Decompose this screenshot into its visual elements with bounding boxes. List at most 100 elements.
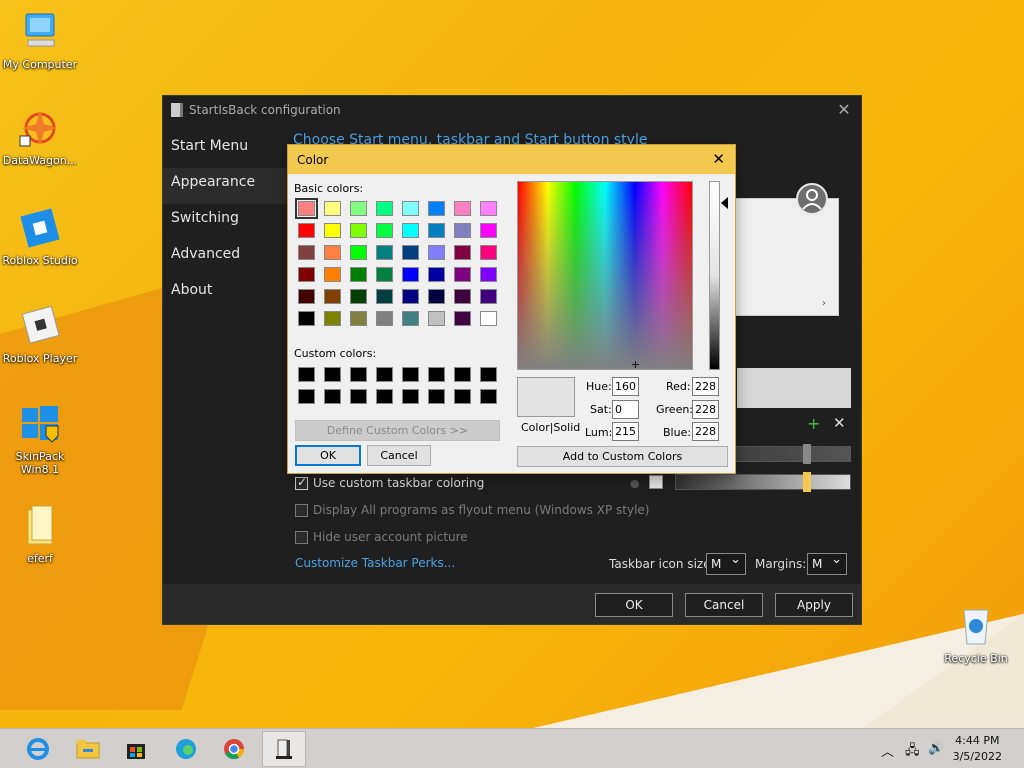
basic-color-swatch[interactable] (295, 198, 318, 219)
basic-color-swatch[interactable] (376, 289, 393, 304)
ok-button[interactable]: OK (595, 593, 673, 617)
luminosity-bar[interactable] (709, 181, 720, 370)
basic-color-swatch[interactable] (402, 201, 419, 216)
desktop-icon-roblox-studio[interactable]: Roblox Studio (0, 206, 80, 267)
custom-color-swatch[interactable] (428, 367, 445, 382)
custom-color-swatch[interactable] (324, 389, 341, 404)
desktop-icon-datawagon[interactable]: DataWagon... (0, 106, 80, 167)
nav-item-switching[interactable]: Switching (163, 204, 293, 240)
define-custom-colors-button[interactable]: Define Custom Colors >> (295, 420, 500, 441)
desktop-icon-skinpack[interactable]: SkinPack Win8.1 (0, 402, 80, 476)
basic-color-swatch[interactable] (480, 223, 497, 238)
close-icon[interactable]: ✕ (712, 150, 725, 168)
nav-item-about[interactable]: About (163, 276, 293, 312)
basic-color-swatch[interactable] (324, 311, 341, 326)
color-spectrum[interactable]: + (517, 181, 693, 370)
taskbar-icon-size-select[interactable]: M (706, 550, 746, 575)
basic-color-swatch[interactable] (454, 311, 471, 326)
custom-color-swatch[interactable] (350, 367, 367, 382)
basic-color-swatch[interactable] (402, 311, 419, 326)
custom-color-swatch[interactable] (402, 389, 419, 404)
basic-color-swatch[interactable] (350, 245, 367, 260)
store-icon[interactable] (114, 731, 158, 767)
basic-color-swatch[interactable] (428, 267, 445, 282)
basic-color-swatch[interactable] (298, 289, 315, 304)
basic-color-swatch[interactable] (298, 311, 315, 326)
nav-item-appearance[interactable]: Appearance (163, 168, 293, 204)
color-preview-swatch[interactable] (649, 475, 663, 489)
blue-field[interactable]: 228 (692, 422, 719, 441)
basic-color-swatch[interactable] (428, 289, 445, 304)
taskbar-preview[interactable] (737, 368, 851, 408)
basic-color-swatch[interactable] (350, 267, 367, 282)
desktop-icon-my-computer[interactable]: My Computer (0, 10, 80, 71)
start-menu-preview[interactable]: › (735, 198, 839, 316)
desktop-icon-recycle-bin[interactable]: Recycle Bin (936, 604, 1016, 665)
basic-color-swatch[interactable] (454, 245, 471, 260)
flyout-menu-checkbox[interactable]: Display All programs as flyout menu (Win… (295, 503, 649, 517)
basic-color-swatch[interactable] (324, 267, 341, 282)
basic-color-swatch[interactable] (480, 201, 497, 216)
basic-color-swatch[interactable] (350, 223, 367, 238)
sat-field[interactable]: 0 (612, 400, 639, 419)
basic-color-swatch[interactable] (298, 245, 315, 260)
network-icon[interactable]: 🖧 (905, 741, 920, 763)
cancel-button[interactable]: Cancel (685, 593, 763, 617)
close-icon[interactable]: ✕ (835, 101, 853, 119)
dialog-titlebar[interactable]: Color ✕ (288, 145, 735, 174)
custom-color-swatch[interactable] (298, 389, 315, 404)
basic-color-swatch[interactable] (376, 311, 393, 326)
basic-color-swatch[interactable] (454, 223, 471, 238)
chrome-icon[interactable] (212, 731, 256, 767)
custom-color-swatch[interactable] (324, 367, 341, 382)
hide-user-picture-checkbox[interactable]: Hide user account picture (295, 530, 468, 544)
add-to-custom-colors-button[interactable]: Add to Custom Colors (517, 446, 728, 467)
volume-icon[interactable]: 🔊 (928, 741, 944, 756)
desktop-icon-roblox-player[interactable]: Roblox Player (0, 304, 80, 365)
dialog-cancel-button[interactable]: Cancel (367, 445, 431, 466)
basic-color-swatch[interactable] (324, 223, 341, 238)
basic-color-swatch[interactable] (480, 289, 497, 304)
basic-color-swatch[interactable] (324, 245, 341, 260)
custom-color-swatch[interactable] (480, 367, 497, 382)
file-explorer-icon[interactable] (66, 731, 110, 767)
custom-color-swatch[interactable] (402, 367, 419, 382)
opacity-slider[interactable] (675, 472, 851, 492)
green-field[interactable]: 228 (692, 400, 719, 419)
basic-color-swatch[interactable] (350, 311, 367, 326)
basic-color-swatch[interactable] (480, 267, 497, 282)
luminosity-arrow-icon[interactable] (721, 197, 728, 209)
remove-icon[interactable]: ✕ (833, 414, 846, 432)
basic-color-swatch[interactable] (428, 223, 445, 238)
basic-color-swatch[interactable] (402, 289, 419, 304)
basic-color-swatch[interactable] (428, 201, 445, 216)
startisback-icon[interactable] (262, 731, 306, 767)
basic-color-swatch[interactable] (324, 201, 341, 216)
basic-color-swatch[interactable] (324, 289, 341, 304)
window-titlebar[interactable]: StartIsBack configuration ✕ (163, 96, 861, 124)
nav-item-advanced[interactable]: Advanced (163, 240, 293, 276)
internet-explorer-icon[interactable] (16, 731, 60, 767)
basic-color-swatch[interactable] (428, 245, 445, 260)
red-field[interactable]: 228 (692, 377, 719, 396)
basic-color-swatch[interactable] (428, 311, 445, 326)
slider-thumb[interactable] (803, 472, 811, 492)
basic-color-swatch[interactable] (350, 289, 367, 304)
hue-field[interactable]: 160 (612, 377, 639, 396)
custom-color-swatch[interactable] (454, 389, 471, 404)
custom-color-swatch[interactable] (376, 367, 393, 382)
desktop-icon-eferf[interactable]: eferf (0, 504, 80, 565)
basic-color-swatch[interactable] (376, 267, 393, 282)
basic-color-swatch[interactable] (454, 289, 471, 304)
custom-color-swatch[interactable] (298, 367, 315, 382)
margins-select[interactable]: M (807, 550, 847, 575)
basic-color-swatch[interactable] (298, 223, 315, 238)
basic-color-swatch[interactable] (402, 267, 419, 282)
basic-color-swatch[interactable] (454, 267, 471, 282)
basic-color-swatch[interactable] (480, 311, 497, 326)
custom-color-swatch[interactable] (454, 367, 471, 382)
add-icon[interactable]: + (807, 414, 820, 433)
custom-color-swatch[interactable] (428, 389, 445, 404)
apply-button[interactable]: Apply (775, 593, 853, 617)
custom-color-swatch[interactable] (350, 389, 367, 404)
